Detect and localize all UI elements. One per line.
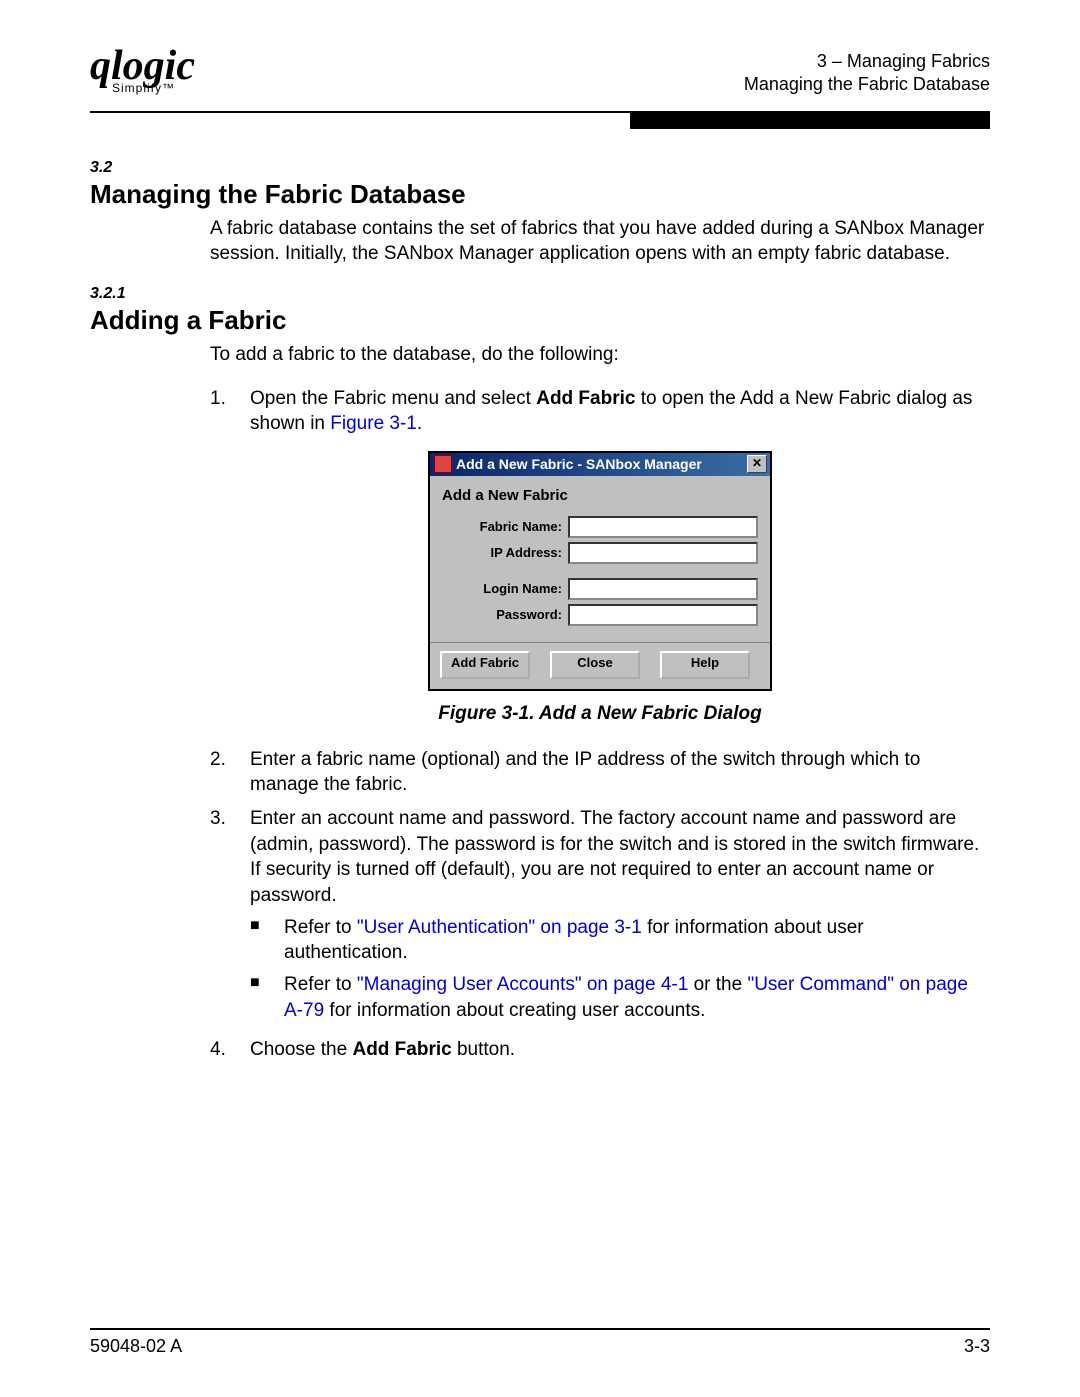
- document-page: qlogic Simplify™ 3 – Managing Fabrics Ma…: [0, 0, 1080, 1397]
- fabric-name-input[interactable]: [568, 516, 758, 538]
- step-1-text: Open the Fabric menu and select Add Fabr…: [250, 386, 990, 437]
- section-title-managing-database: Managing the Fabric Database: [90, 179, 990, 210]
- user-auth-link[interactable]: "User Authentication" on page 3-1: [357, 917, 642, 938]
- figure-3-1: Add a New Fabric - SANbox Manager ✕ Add …: [210, 451, 990, 727]
- steps-list: 1. Open the Fabric menu and select Add F…: [210, 386, 990, 1063]
- step-2-text: Enter a fabric name (optional) and the I…: [250, 747, 990, 798]
- password-input[interactable]: [568, 604, 758, 626]
- add-fabric-dialog: Add a New Fabric - SANbox Manager ✕ Add …: [428, 451, 772, 691]
- ip-address-row: IP Address:: [442, 542, 758, 564]
- step-4-number: 4.: [210, 1037, 250, 1063]
- add-fabric-button[interactable]: Add Fabric: [440, 651, 530, 679]
- figure-3-1-link[interactable]: Figure 3-1: [330, 413, 417, 434]
- step-4-text: Choose the Add Fabric button.: [250, 1037, 990, 1063]
- page-footer: 59048-02 A 3-3: [90, 1328, 990, 1357]
- help-button[interactable]: Help: [660, 651, 750, 679]
- password-label: Password:: [442, 606, 568, 624]
- bullet-1-text: Refer to "User Authentication" on page 3…: [284, 915, 990, 966]
- app-icon: [434, 455, 452, 473]
- bullet-icon: ■: [250, 915, 284, 966]
- section2-intro: To add a fabric to the database, do the …: [210, 342, 990, 368]
- figure-caption: Figure 3-1. Add a New Fabric Dialog: [210, 701, 990, 727]
- fabric-name-label: Fabric Name:: [442, 518, 568, 536]
- dialog-titlebar: Add a New Fabric - SANbox Manager ✕: [430, 453, 770, 476]
- login-name-row: Login Name:: [442, 578, 758, 600]
- password-row: Password:: [442, 604, 758, 626]
- bullet-icon: ■: [250, 972, 284, 1023]
- close-button[interactable]: Close: [550, 651, 640, 679]
- section-number-3.2: 3.2: [90, 159, 990, 177]
- bullet-2: ■ Refer to "Managing User Accounts" on p…: [250, 972, 990, 1023]
- step-3-number: 3.: [210, 806, 250, 1029]
- step-1-number: 1.: [210, 386, 250, 437]
- bullet-1: ■ Refer to "User Authentication" on page…: [250, 915, 990, 966]
- ip-address-input[interactable]: [568, 542, 758, 564]
- step-2-number: 2.: [210, 747, 250, 798]
- header-rule: [90, 111, 990, 129]
- section-title-adding-fabric: Adding a Fabric: [90, 305, 990, 336]
- dialog-button-row: Add Fabric Close Help: [430, 642, 770, 689]
- step-4: 4. Choose the Add Fabric button.: [210, 1037, 990, 1063]
- ip-address-label: IP Address:: [442, 544, 568, 562]
- bullet-2-text: Refer to "Managing User Accounts" on pag…: [284, 972, 990, 1023]
- section-number-3.2.1: 3.2.1: [90, 285, 990, 303]
- dialog-title: Add a New Fabric - SANbox Manager: [456, 455, 702, 474]
- section1-body: A fabric database contains the set of fa…: [210, 216, 990, 267]
- header-chapter-info: 3 – Managing Fabrics Managing the Fabric…: [744, 50, 990, 97]
- close-icon[interactable]: ✕: [747, 455, 767, 473]
- page-content: 3.2 Managing the Fabric Database A fabri…: [90, 129, 990, 1063]
- footer-doc-id: 59048-02 A: [90, 1336, 182, 1357]
- step-2: 2. Enter a fabric name (optional) and th…: [210, 747, 990, 798]
- qlogic-logo: qlogic Simplify™: [90, 50, 195, 93]
- dialog-body: Add a New Fabric Fabric Name: IP Address…: [430, 476, 770, 642]
- step-3-text: Enter an account name and password. The …: [250, 806, 990, 1029]
- header-line1: 3 – Managing Fabrics: [744, 50, 990, 73]
- managing-accounts-link[interactable]: "Managing User Accounts" on page 4-1: [357, 974, 688, 995]
- login-name-label: Login Name:: [442, 580, 568, 598]
- footer-page-number: 3-3: [964, 1336, 990, 1357]
- step-3: 3. Enter an account name and password. T…: [210, 806, 990, 1029]
- step-1: 1. Open the Fabric menu and select Add F…: [210, 386, 990, 437]
- page-header: qlogic Simplify™ 3 – Managing Fabrics Ma…: [90, 50, 990, 105]
- dialog-heading: Add a New Fabric: [442, 486, 758, 506]
- login-name-input[interactable]: [568, 578, 758, 600]
- header-line2: Managing the Fabric Database: [744, 73, 990, 96]
- fabric-name-row: Fabric Name:: [442, 516, 758, 538]
